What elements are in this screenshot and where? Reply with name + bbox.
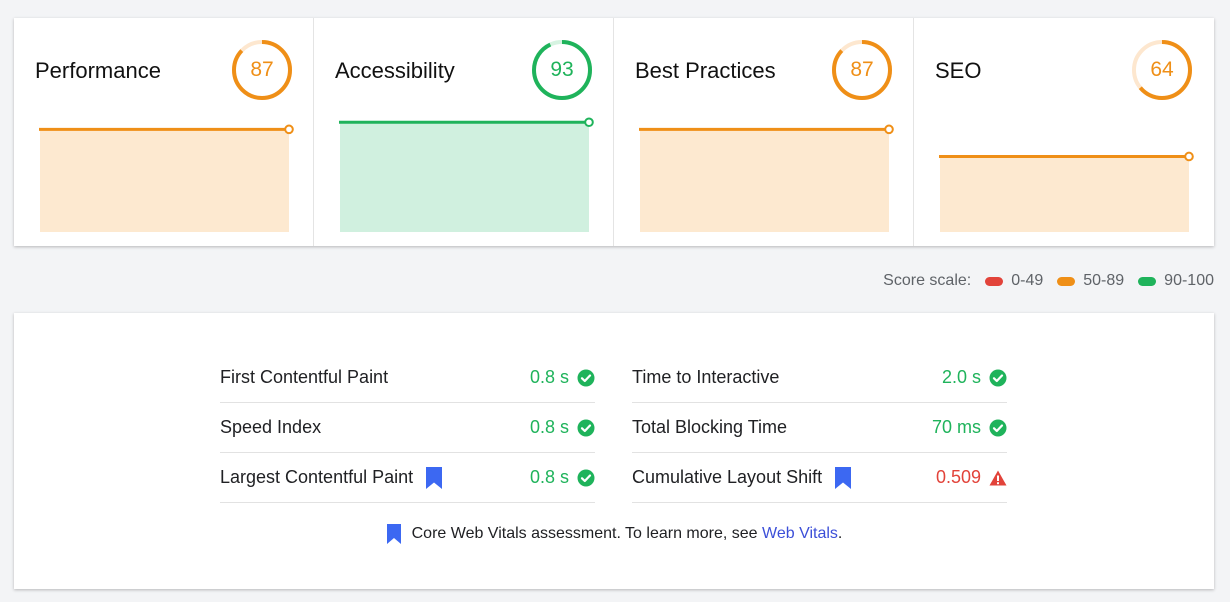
score-value: 87 xyxy=(850,58,874,81)
category-title: Best Practices xyxy=(635,58,776,83)
category-card-seo[interactable]: SEO 64 xyxy=(914,18,1214,246)
category-title: Performance xyxy=(35,58,161,83)
metric-row[interactable]: Largest Contentful Paint 0.8 s xyxy=(220,453,595,503)
note-suffix: . xyxy=(837,525,843,542)
bookmark-icon xyxy=(426,466,443,489)
metric-label: Cumulative Layout Shift xyxy=(632,467,823,487)
trend-area xyxy=(640,129,889,232)
metrics-grid: First Contentful Paint 0.8 s Speed Index… xyxy=(220,353,1007,503)
bookmark-icon xyxy=(835,466,852,489)
score-gauge: 93 xyxy=(530,38,594,102)
category-title: Accessibility xyxy=(335,58,455,83)
metric-label: Speed Index xyxy=(220,417,322,437)
trend-area xyxy=(40,129,289,232)
scale-range-fail: 0-49 xyxy=(985,272,1043,290)
score-scale-legend: Score scale: 0-49 50-89 90-100 xyxy=(883,270,1214,292)
category-card-accessibility[interactable]: Accessibility 93 xyxy=(314,18,614,246)
score-trend-chart xyxy=(936,130,1194,232)
metric-row[interactable]: Time to Interactive 2.0 s xyxy=(632,353,1007,403)
metric-row[interactable]: Speed Index 0.8 s xyxy=(220,403,595,453)
metric-row[interactable]: Cumulative Layout Shift 0.509 xyxy=(632,453,1007,503)
trend-point xyxy=(584,117,594,128)
score-value: 87 xyxy=(250,58,274,81)
category-card-performance[interactable]: Performance 87 xyxy=(14,18,314,246)
warning-triangle-icon xyxy=(989,469,1007,487)
metric-label: First Contentful Paint xyxy=(220,367,389,387)
category-title: SEO xyxy=(935,58,982,83)
scale-dot xyxy=(1138,276,1157,286)
score-trend-chart xyxy=(36,124,294,232)
score-value: 64 xyxy=(1150,58,1174,81)
trend-point xyxy=(884,124,894,135)
score-trend-chart xyxy=(336,117,594,232)
scale-range-average: 50-89 xyxy=(1057,272,1124,290)
metric-label: Total Blocking Time xyxy=(632,417,788,437)
metrics-panel: First Contentful Paint 0.8 s Speed Index… xyxy=(14,313,1214,589)
metric-value: 0.8 s xyxy=(529,417,569,437)
metric-row[interactable]: Total Blocking Time 70 ms xyxy=(632,403,1007,453)
metric-value: 2.0 s xyxy=(941,367,981,387)
metric-value: 70 ms xyxy=(931,417,981,437)
bookmark-icon xyxy=(386,524,401,544)
scale-range-label: 50-89 xyxy=(1083,272,1125,289)
scale-range-label: 0-49 xyxy=(1011,272,1044,289)
metrics-column-left: First Contentful Paint 0.8 s Speed Index… xyxy=(220,353,595,503)
trend-point xyxy=(1184,151,1194,162)
check-circle-icon xyxy=(989,419,1007,437)
score-gauge: 87 xyxy=(230,38,294,102)
check-circle-icon xyxy=(577,469,595,487)
metric-value: 0.8 s xyxy=(529,467,569,487)
note-text: Core Web Vitals assessment. To learn mor… xyxy=(411,525,758,542)
check-circle-icon xyxy=(577,419,595,437)
check-circle-icon xyxy=(989,369,1007,387)
metric-value: 0.509 xyxy=(935,467,981,487)
trend-area xyxy=(940,156,1189,232)
score-trend-chart xyxy=(636,124,894,232)
score-gauge: 64 xyxy=(1130,38,1194,102)
web-vitals-link[interactable]: Web Vitals xyxy=(762,525,838,543)
scale-dot xyxy=(1057,276,1076,286)
scale-range-pass: 90-100 xyxy=(1138,272,1214,290)
score-scale-label: Score scale: xyxy=(883,272,972,289)
check-circle-icon xyxy=(577,369,595,387)
category-card-best-practices[interactable]: Best Practices 87 xyxy=(614,18,914,246)
scale-range-label: 90-100 xyxy=(1164,272,1214,289)
trend-area xyxy=(340,122,589,232)
score-gauge: 87 xyxy=(830,38,894,102)
score-value: 93 xyxy=(550,58,574,81)
metric-row[interactable]: First Contentful Paint 0.8 s xyxy=(220,353,595,403)
scale-dot xyxy=(985,276,1004,286)
trend-point xyxy=(284,124,294,135)
metric-label: Largest Contentful Paint xyxy=(220,467,414,487)
metric-label: Time to Interactive xyxy=(632,367,780,387)
metric-value: 0.8 s xyxy=(529,367,569,387)
core-web-vitals-note: Core Web Vitals assessment. To learn mor… xyxy=(14,524,1214,544)
category-cards: Performance 87 Accessibility 93 Best Pra… xyxy=(14,18,1214,246)
metrics-column-right: Time to Interactive 2.0 s Total Blocking… xyxy=(632,353,1007,503)
